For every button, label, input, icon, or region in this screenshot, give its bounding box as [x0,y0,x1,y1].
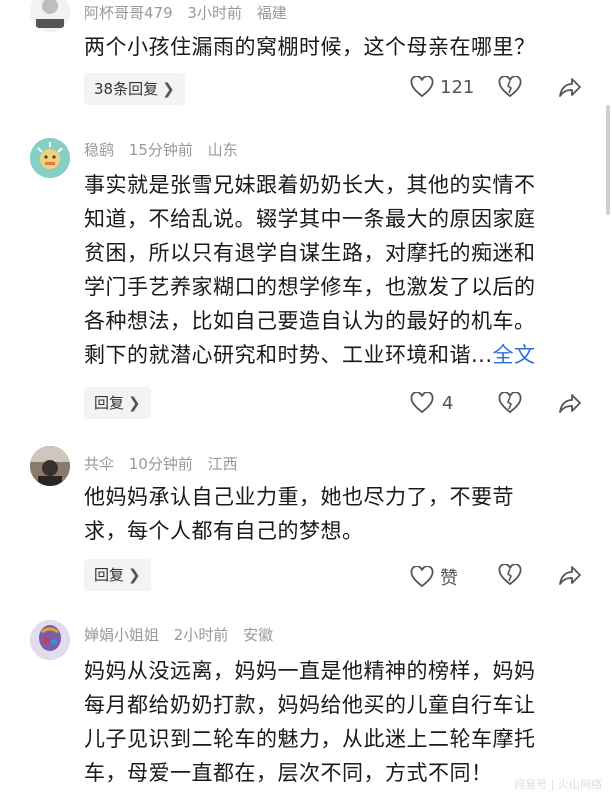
reply-label: 回复 [94,394,125,412]
location: 安徽 [243,626,274,644]
comment-meta: 稳鹞 15分钟前 山东 [84,139,248,160]
heart-outline-icon [410,76,434,98]
comment-line: 知道，不给乱说。辍学其中一条最大的原因家庭 [84,207,536,231]
share-button[interactable] [558,564,582,586]
location: 山东 [207,141,238,159]
dislike-button[interactable] [498,392,522,414]
chevron-right-icon: ❯ [128,566,141,584]
scrollbar[interactable] [606,105,610,215]
username[interactable]: 婵娟小姐姐 [84,626,159,644]
like-label: 赞 [440,568,458,589]
share-arrow-icon [559,78,581,97]
comment-text: 事实就是张雪兄妹跟着奶奶长大，其他的实情不 知道，不给乱说。辍学其中一条最大的原… [84,168,584,372]
comment-line: 各种想法，比如自己要造自认为的最好的机车。 [84,309,536,333]
avatar[interactable] [30,620,70,660]
broken-heart-icon [498,392,522,414]
heart-outline-icon [410,566,434,588]
comment-line: 求，每个人都有自己的梦想。 [84,519,364,543]
comment-line-last: 剩下的就潜心研究和时势、工业环境和谐...全文 [84,338,584,372]
broken-heart-icon [498,76,522,98]
expand-full-text-link[interactable]: 全文 [493,343,536,367]
share-arrow-icon [559,394,581,413]
share-button[interactable] [558,392,582,414]
dislike-button[interactable] [498,564,522,586]
timestamp: 3小时前 [187,4,242,22]
location: 福建 [256,4,287,22]
comment-meta: 共伞 10分钟前 江西 [84,453,248,474]
timestamp: 15分钟前 [128,141,193,159]
dislike-button[interactable] [498,76,522,98]
replies-button[interactable]: 38条回复 ❯ [84,73,185,105]
watermark: 网易号 | 火山网络 [514,778,602,791]
chevron-right-icon: ❯ [128,394,141,412]
like-count: 4 [442,392,454,414]
broken-heart-icon [498,564,522,586]
avatar[interactable] [30,446,70,486]
username[interactable]: 稳鹞 [84,141,114,159]
comment-line: 剩下的就潜心研究和时势、工业环境和谐... [84,343,493,367]
heart-outline-icon [410,392,434,414]
comment-line: 两个小孩住漏雨的窝棚时候，这个母亲在哪里？ [84,35,536,59]
reply-button[interactable]: 回复 ❯ [84,559,151,591]
like-count: 121 [440,76,475,98]
timestamp: 2小时前 [173,626,229,644]
comment-line: 贫困，所以只有退学自谋生路，对摩托的痴迷和 [84,241,536,265]
comment-text: 他妈妈承认自己业力重，她也尽力了，不要苛 求，每个人都有自己的梦想。 [84,480,584,548]
like-button[interactable]: 4 [410,392,453,414]
reply-label: 回复 [94,566,125,584]
comment-line: 事实就是张雪兄妹跟着奶奶长大，其他的实情不 [84,173,536,197]
reply-label: 38条回复 [94,80,159,98]
username[interactable]: 共伞 [84,455,114,473]
location: 江西 [207,455,238,473]
comment-text: 妈妈从没远离，妈妈一直是他精神的榜样，妈妈 每月都给奶奶打款，妈妈给他买的儿童自… [84,654,604,790]
comment-line: 学门手艺养家糊口的想学修车，也激发了以后的 [84,275,536,299]
timestamp: 10分钟前 [128,455,193,473]
comment-meta: 阿杯哥哥479 3小时前 福建 [84,2,297,23]
username[interactable]: 阿杯哥哥479 [84,4,173,22]
chevron-right-icon: ❯ [162,80,175,98]
comment-line: 他妈妈承认自己业力重，她也尽力了，不要苛 [84,485,514,509]
share-button[interactable] [558,76,582,98]
like-button[interactable]: 赞 [410,564,458,590]
comment-line: 每月都给奶奶打款，妈妈给他买的儿童自行车让 [84,693,536,717]
comment-line: 妈妈从没远离，妈妈一直是他精神的榜样，妈妈 [84,659,536,683]
comment-text: 两个小孩住漏雨的窝棚时候，这个母亲在哪里？ [84,30,584,64]
comment-line: 儿子见识到二轮车的魅力，从此迷上二轮车摩托 [84,727,536,751]
reply-button[interactable]: 回复 ❯ [84,387,151,419]
share-arrow-icon [559,566,581,585]
like-button[interactable]: 121 [410,76,474,98]
avatar[interactable] [30,138,70,178]
comment-meta: 婵娟小姐姐 2小时前 安徽 [84,624,283,645]
avatar[interactable] [30,0,70,32]
